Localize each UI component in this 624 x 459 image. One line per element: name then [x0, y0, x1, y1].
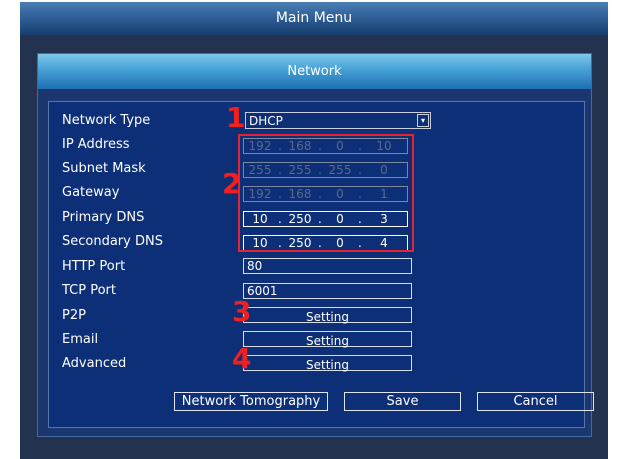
advanced-label: Advanced [62, 356, 127, 371]
network-type-select[interactable]: DHCP ▾ [245, 112, 431, 129]
network-type-label: Network Type [62, 113, 151, 128]
cancel-button[interactable]: Cancel [477, 392, 594, 411]
subnet-mask-label: Subnet Mask [62, 161, 146, 176]
network-type-value: DHCP [249, 114, 283, 128]
network-tomography-button[interactable]: Network Tomography [174, 392, 328, 411]
save-button[interactable]: Save [344, 392, 461, 411]
http-port-input[interactable]: 80 [243, 258, 412, 274]
gateway-label: Gateway [62, 185, 120, 200]
annotation-marker-1: 1 [226, 101, 246, 134]
email-label: Email [62, 332, 99, 347]
chevron-down-icon[interactable]: ▾ [417, 114, 429, 127]
annotation-marker-4: 4 [232, 342, 252, 375]
main-menu-title: Main Menu [20, 2, 608, 35]
annotation-highlight-box [238, 134, 414, 252]
p2p-label: P2P [62, 308, 86, 323]
network-dialog-title: Network [38, 54, 591, 89]
email-setting-button[interactable]: Setting [243, 331, 412, 348]
annotation-marker-2: 2 [222, 167, 242, 200]
secondary-dns-label: Secondary DNS [62, 234, 163, 249]
advanced-setting-button[interactable]: Setting [243, 355, 412, 372]
p2p-setting-button[interactable]: Setting [243, 307, 412, 324]
ip-address-label: IP Address [62, 137, 130, 152]
tcp-port-input[interactable]: 6001 [243, 283, 412, 299]
primary-dns-label: Primary DNS [62, 210, 145, 225]
annotation-marker-3: 3 [232, 295, 252, 328]
tcp-port-label: TCP Port [62, 283, 116, 298]
http-port-label: HTTP Port [62, 259, 126, 274]
